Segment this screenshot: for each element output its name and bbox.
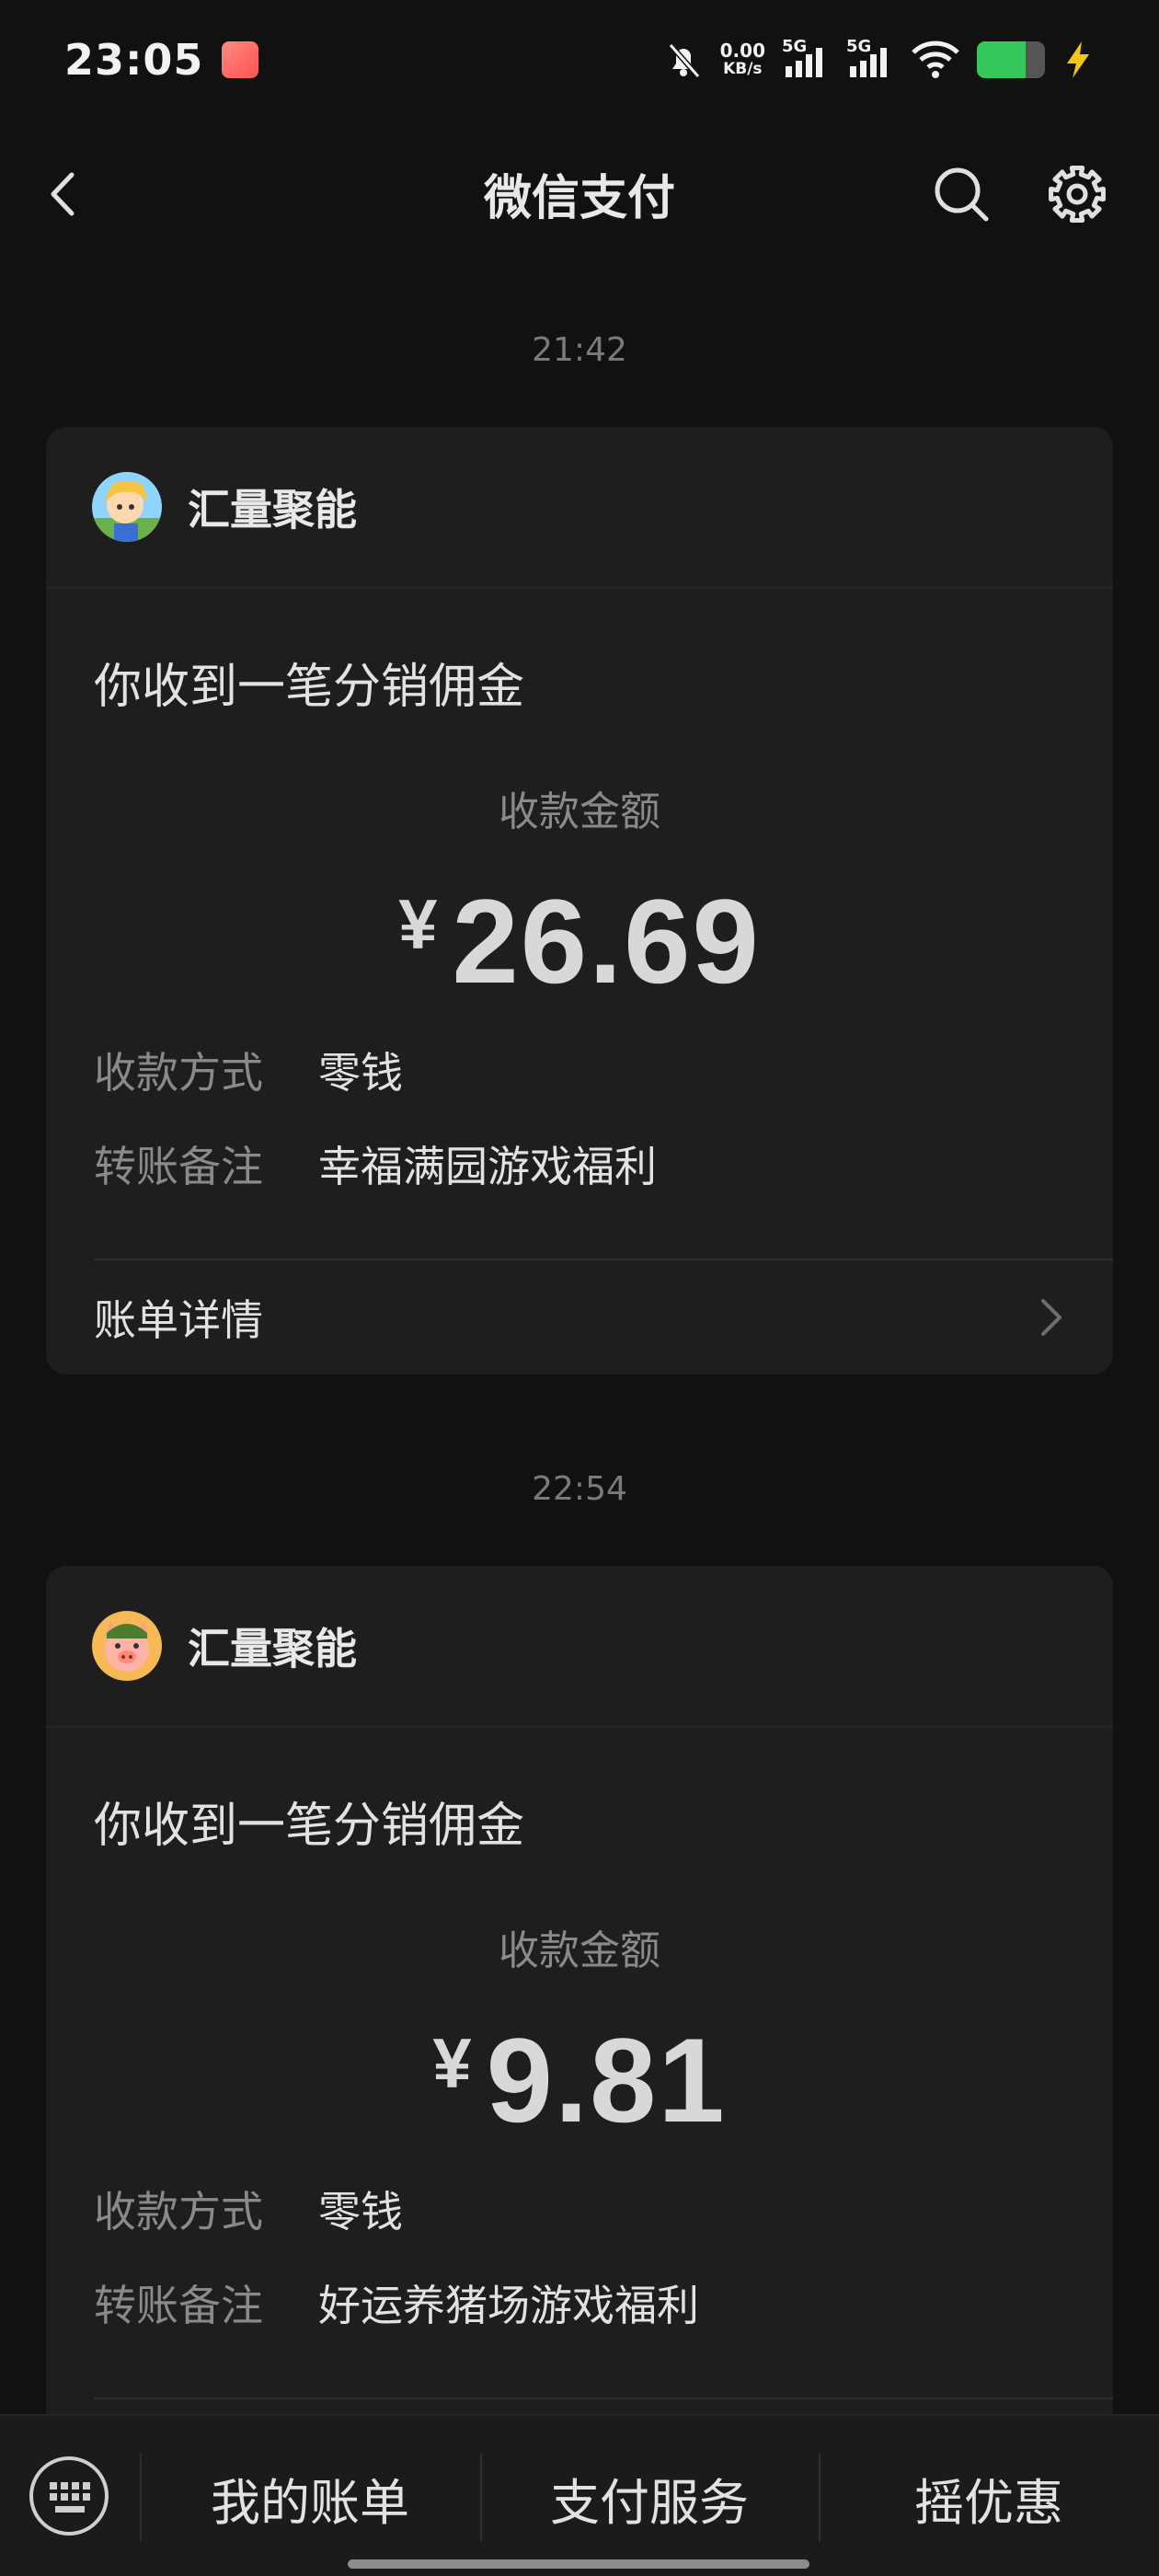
signal-sim1: 5G <box>782 37 830 81</box>
currency-symbol: ¥ <box>398 886 438 964</box>
info-row-method: 收款方式 零钱 <box>94 1040 403 1100</box>
sender-name: 汇量聚能 <box>188 485 357 535</box>
signal-bars-icon <box>786 48 822 77</box>
info-key: 转账备注 <box>94 2281 263 2330</box>
info-key: 转账备注 <box>94 1142 263 1191</box>
payment-card: 汇量聚能 你收到一笔分销佣金 收款金额 ¥9.81 收款方式 零钱 转账备注 好… <box>46 1566 1113 2449</box>
card-heading: 你收到一笔分销佣金 <box>94 1799 525 1854</box>
card-heading: 你收到一笔分销佣金 <box>94 660 525 715</box>
mute-bell-icon <box>668 43 700 78</box>
info-value: 零钱 <box>318 2187 403 2237</box>
home-indicator[interactable] <box>348 2559 809 2569</box>
card-header[interactable]: 汇量聚能 <box>46 427 1113 589</box>
info-key: 收款方式 <box>94 1048 263 1098</box>
info-value: 幸福满园游戏福利 <box>318 1142 657 1191</box>
status-time: 23:05 <box>64 35 204 85</box>
net-speed-unit: KB/s <box>723 60 763 78</box>
avatar <box>92 1611 162 1681</box>
battery-icon <box>977 41 1045 78</box>
network-speed: 0.00 KB/s <box>720 41 765 78</box>
info-value: 好运养猪场游戏福利 <box>318 2281 699 2330</box>
card-header[interactable]: 汇量聚能 <box>46 1566 1113 1728</box>
menu-my-bills[interactable]: 我的账单 <box>140 2456 480 2539</box>
message-timestamp: 21:42 <box>532 331 627 369</box>
bill-detail-link[interactable]: 账单详情 <box>94 1260 1113 1374</box>
message-timestamp: 22:54 <box>532 1470 627 1508</box>
net-speed-value: 0.00 <box>719 40 765 62</box>
signal-bars-icon <box>850 48 887 77</box>
status-icons: 0.00 KB/s 5G 5G <box>663 37 1095 81</box>
info-row-method: 收款方式 零钱 <box>94 2179 403 2239</box>
amount-label: 收款金额 <box>499 788 660 835</box>
menu-payment-services[interactable]: 支付服务 <box>480 2456 819 2539</box>
payment-card: 汇量聚能 你收到一笔分销佣金 收款金额 ¥26.69 收款方式 零钱 转账备注 … <box>46 427 1113 1374</box>
amount-value: 9.81 <box>486 2013 727 2147</box>
info-row-note: 转账备注 好运养猪场游戏福利 <box>94 2272 699 2333</box>
bottom-menu-bar: 我的账单 支付服务 摇优惠 <box>0 2414 1159 2576</box>
amount-label: 收款金额 <box>499 1927 660 1974</box>
signal-sim2: 5G <box>846 37 894 81</box>
status-bar: 23:05 0.00 KB/s 5G 5G <box>0 0 1159 120</box>
menu-shake-deals[interactable]: 摇优惠 <box>819 2456 1159 2539</box>
amount-value: 26.69 <box>452 874 761 1008</box>
chevron-left-icon[interactable] <box>42 169 88 219</box>
amount: ¥26.69 <box>46 872 1113 1010</box>
gear-icon[interactable] <box>1047 164 1107 224</box>
amount: ¥9.81 <box>46 2011 1113 2149</box>
bill-detail-label: 账单详情 <box>94 1295 263 1345</box>
chevron-right-icon <box>1041 1299 1061 1336</box>
sender-name: 汇量聚能 <box>188 1624 357 1673</box>
charging-bolt-icon <box>1067 41 1089 78</box>
avatar <box>92 472 162 542</box>
info-row-note: 转账备注 幸福满园游戏福利 <box>94 1133 657 1194</box>
info-key: 收款方式 <box>94 2187 263 2237</box>
currency-symbol: ¥ <box>432 2025 472 2103</box>
battery-fill <box>977 41 1027 78</box>
search-icon[interactable] <box>933 166 990 223</box>
wifi-icon <box>912 40 959 78</box>
page-title: 微信支付 <box>483 170 675 226</box>
info-value: 零钱 <box>318 1048 403 1098</box>
nav-bar: 微信支付 <box>0 147 1159 239</box>
divider <box>94 2398 1113 2399</box>
app-notification-icon <box>222 41 259 78</box>
keyboard-icon[interactable] <box>28 2455 110 2537</box>
